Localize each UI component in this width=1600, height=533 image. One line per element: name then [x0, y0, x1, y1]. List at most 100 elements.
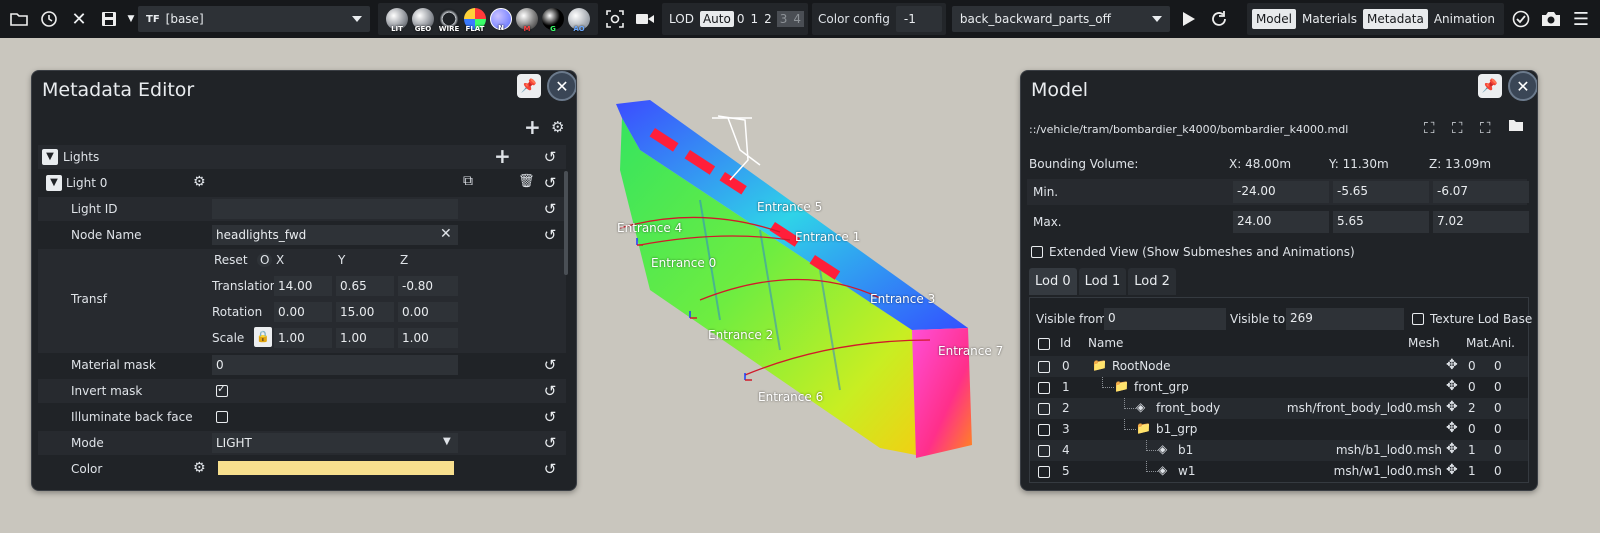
color-config-input[interactable]: -1 — [895, 6, 942, 32]
illuminate-back-face-checkbox[interactable] — [216, 411, 228, 423]
tree-row[interactable]: 4 ◈ b1 msh/b1_lod0.msh ✥ 1 0 — [1030, 440, 1528, 461]
tree-row[interactable]: 3 📁 b1_grp ✥ 0 0 — [1030, 419, 1528, 440]
move-icon[interactable]: ✥ — [1446, 441, 1458, 457]
move-icon[interactable]: ✥ — [1446, 420, 1458, 436]
add-icon[interactable]: + — [524, 115, 541, 139]
tree-row[interactable]: 2 ◈ front_body msh/front_body_lod0.msh ✥ 2 0 — [1030, 398, 1528, 419]
close-panel-button[interactable]: ✕ — [547, 71, 576, 101]
render-metal-icon[interactable]: M — [516, 8, 538, 33]
video-camera-icon[interactable] — [632, 6, 658, 32]
duplicate-icon[interactable]: ⧉ — [463, 173, 473, 189]
focus-camera-icon[interactable] — [602, 6, 628, 32]
pin-icon[interactable]: 📌 — [517, 74, 541, 98]
add-light-icon[interactable]: + — [494, 144, 511, 168]
render-lit-icon[interactable]: LIT — [386, 8, 408, 33]
focus-icon[interactable]: ⛶ — [1424, 119, 1435, 137]
save-icon[interactable] — [96, 6, 122, 32]
preset-select[interactable]: TF [base] — [138, 6, 370, 32]
rotation-z-input[interactable]: 0.00 — [398, 302, 458, 322]
screenshot-camera-icon[interactable] — [1538, 6, 1564, 32]
tree-row[interactable]: 1 📁 front_grp ✥ 0 0 — [1030, 377, 1528, 398]
reset-icon[interactable]: ↺ — [542, 175, 558, 191]
reset-icon[interactable]: ↺ — [542, 435, 558, 451]
visible-to-input[interactable]: 269 — [1286, 308, 1404, 330]
move-icon[interactable]: ✥ — [1446, 378, 1458, 394]
history-icon[interactable] — [36, 6, 62, 32]
render-gloss-icon[interactable]: G — [542, 8, 564, 33]
reset-icon[interactable]: ↺ — [542, 357, 558, 373]
scale-z-input[interactable]: 1.00 — [398, 328, 458, 348]
close-panel-button[interactable]: ✕ — [1508, 71, 1537, 101]
tab-model[interactable]: Model — [1251, 9, 1296, 29]
visible-from-input[interactable]: 0 — [1104, 308, 1226, 330]
save-dropdown-chevron-icon[interactable]: ▼ — [126, 6, 136, 32]
invert-mask-checkbox[interactable] — [216, 382, 228, 397]
scrollbar[interactable] — [564, 171, 568, 275]
lock-icon[interactable]: 🔒 — [254, 327, 272, 347]
move-icon[interactable]: ✥ — [1446, 462, 1458, 478]
scale-y-input[interactable]: 1.00 — [336, 328, 394, 348]
render-ao-icon[interactable]: AO — [568, 8, 590, 33]
node-name-input[interactable]: headlights_fwd — [212, 225, 458, 245]
row-checkbox[interactable] — [1038, 445, 1050, 457]
tab-lod-2[interactable]: Lod 2 — [1128, 268, 1176, 295]
clear-icon[interactable]: ✕ — [440, 226, 452, 242]
transform-o-toggle[interactable]: O — [257, 253, 273, 267]
check-badge-icon[interactable] — [1508, 6, 1534, 32]
menu-icon[interactable]: ☰ — [1568, 6, 1594, 32]
pin-icon[interactable]: 📌 — [1478, 74, 1502, 98]
lights-section-row[interactable]: ▼ Lights + ↺ — [38, 144, 566, 169]
render-flat-icon[interactable]: FLAT — [464, 8, 486, 33]
play-icon[interactable] — [1176, 6, 1202, 32]
extended-view-checkbox[interactable] — [1031, 246, 1043, 258]
trash-icon[interactable]: 🗑 — [518, 174, 535, 189]
select-all-checkbox[interactable] — [1038, 338, 1050, 350]
gear-icon[interactable]: ⚙ — [551, 118, 564, 136]
texture-lod-base-checkbox[interactable] — [1412, 313, 1424, 325]
collapse-chevron-icon[interactable]: ▼ — [46, 175, 62, 191]
render-wire-icon[interactable]: WIRE — [438, 8, 460, 33]
reset-icon[interactable]: ↺ — [542, 409, 558, 425]
tab-lod-1[interactable]: Lod 1 — [1078, 268, 1127, 295]
translation-y-input[interactable]: 0.65 — [336, 276, 394, 296]
reset-icon[interactable]: ↺ — [542, 461, 558, 477]
translation-z-input[interactable]: -0.80 — [398, 276, 458, 296]
translation-x-input[interactable]: 14.00 — [274, 276, 332, 296]
tab-metadata[interactable]: Metadata — [1362, 9, 1428, 29]
transform-reset-button[interactable]: Reset — [214, 253, 248, 267]
light-id-input[interactable] — [212, 199, 458, 219]
reset-icon[interactable]: ↺ — [542, 201, 558, 217]
row-checkbox[interactable] — [1038, 361, 1050, 373]
lod-1-button[interactable]: 1 — [747, 12, 761, 26]
gear-icon[interactable]: ⚙ — [193, 460, 206, 476]
reset-icon[interactable]: ↺ — [542, 383, 558, 399]
render-geo-icon[interactable]: GEO — [412, 8, 434, 33]
lod-2-button[interactable]: 2 — [761, 12, 775, 26]
focus-all-icon[interactable]: ⛶ — [1452, 119, 1463, 137]
tab-materials[interactable]: Materials — [1298, 9, 1361, 29]
gear-icon[interactable]: ⚙ — [193, 174, 206, 190]
lod-0-button[interactable]: 0 — [734, 12, 748, 26]
row-checkbox[interactable] — [1038, 382, 1050, 394]
row-checkbox[interactable] — [1038, 466, 1050, 478]
refresh-icon[interactable] — [1206, 6, 1232, 32]
config-select[interactable]: back_backward_parts_off — [951, 6, 1170, 32]
move-icon[interactable]: ✥ — [1446, 399, 1458, 415]
tab-lod-0[interactable]: Lod 0 — [1029, 268, 1077, 295]
light-0-row[interactable]: ▼ Light 0 ⚙ ⧉ 🗑 ↺ — [38, 171, 566, 195]
lod-auto-button[interactable]: Auto — [699, 11, 734, 27]
focus-selected-icon[interactable]: ⛶ — [1480, 119, 1491, 137]
reset-icon[interactable]: ↺ — [542, 149, 558, 165]
rotation-y-input[interactable]: 15.00 — [336, 302, 394, 322]
move-icon[interactable]: ✥ — [1446, 357, 1458, 373]
open-folder-icon[interactable] — [6, 6, 32, 32]
material-mask-input[interactable]: 0 — [212, 355, 458, 375]
close-icon[interactable]: ✕ — [66, 6, 92, 32]
folder-icon[interactable] — [1508, 118, 1524, 136]
row-checkbox[interactable] — [1038, 403, 1050, 415]
tree-row[interactable]: 5 ◈ w1 msh/w1_lod0.msh ✥ 1 0 — [1030, 461, 1528, 482]
tree-row[interactable]: 0 📁 RootNode ✥ 0 0 — [1030, 356, 1528, 377]
render-normals-icon[interactable]: N — [490, 8, 512, 32]
color-swatch[interactable] — [218, 461, 454, 475]
rotation-x-input[interactable]: 0.00 — [274, 302, 332, 322]
